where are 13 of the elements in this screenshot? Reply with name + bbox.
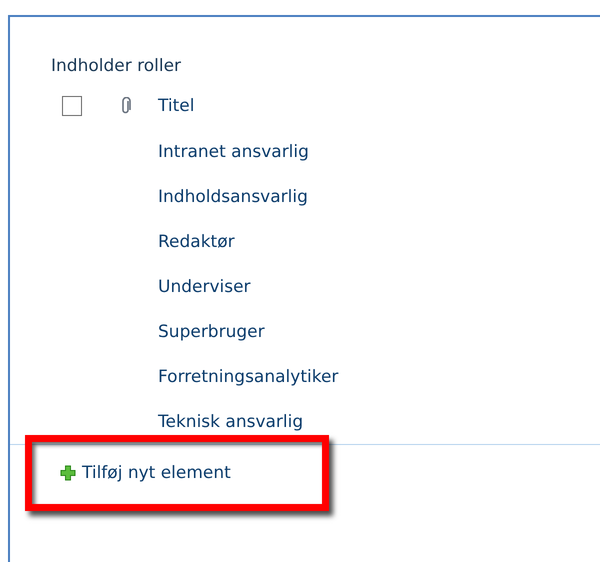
- column-header[interactable]: Titel: [158, 96, 194, 116]
- paperclip-icon: [120, 97, 132, 115]
- list-item-link[interactable]: Intranet ansvarlig: [158, 142, 309, 162]
- list-item-link[interactable]: Underviser: [158, 276, 251, 296]
- list-item-link[interactable]: Forretningsanalytiker: [158, 366, 338, 386]
- list-item-link[interactable]: Teknisk ansvarlig: [158, 412, 304, 432]
- list-item-link[interactable]: Superbruger: [158, 322, 265, 342]
- select-all-checkbox[interactable]: [62, 96, 82, 116]
- list-item-link[interactable]: Redaktør: [158, 232, 235, 252]
- list-item-link[interactable]: Indholdsansvarlig: [158, 186, 308, 206]
- list-title: Indholder roller: [51, 55, 182, 78]
- plus-icon: [60, 465, 76, 481]
- add-item-link[interactable]: Tilføj nyt element: [60, 463, 231, 483]
